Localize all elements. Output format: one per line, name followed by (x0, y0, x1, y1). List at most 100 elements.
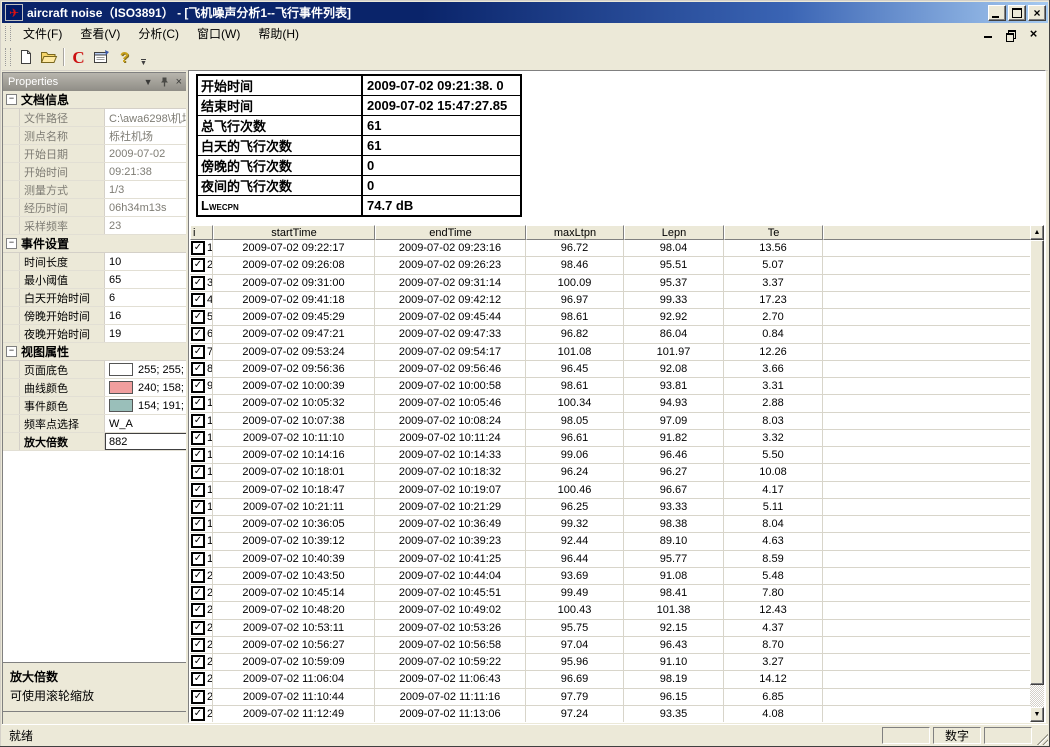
calibration-button[interactable]: C (67, 46, 90, 68)
open-file-button[interactable] (37, 46, 60, 68)
grid-row-20[interactable]: ✓202009-07-02 10:43:502009-07-02 10:44:0… (190, 568, 1030, 585)
row-checkbox[interactable]: ✓ (191, 552, 205, 566)
grid-header-endTime[interactable]: endTime (375, 225, 526, 240)
property-value[interactable]: 10 (105, 253, 187, 270)
row-checkbox[interactable]: ✓ (191, 672, 205, 686)
scroll-down-button[interactable]: ▼ (1030, 707, 1044, 722)
property-value[interactable]: 19 (105, 325, 187, 342)
property-value[interactable]: 09:21:38 (105, 163, 187, 180)
menu-item-file[interactable]: 文件(F) (14, 23, 71, 44)
grid-row-3[interactable]: ✓32009-07-02 09:31:002009-07-02 09:31:14… (190, 275, 1030, 292)
property-row[interactable]: 夜晚开始时间19 (3, 325, 187, 343)
grid-row-26[interactable]: ✓262009-07-02 11:06:042009-07-02 11:06:4… (190, 671, 1030, 688)
maximize-button[interactable] (1008, 5, 1026, 21)
property-value[interactable]: 栎社机场 (105, 127, 187, 144)
grid-header-startTime[interactable]: startTime (213, 225, 375, 240)
row-checkbox[interactable]: ✓ (191, 258, 205, 272)
grid-row-7[interactable]: ✓72009-07-02 09:53:242009-07-02 09:54:17… (190, 344, 1030, 361)
property-row[interactable]: 文件路径C:\awa6298\机场 (3, 109, 187, 127)
row-checkbox[interactable]: ✓ (191, 345, 205, 359)
row-checkbox[interactable]: ✓ (191, 569, 205, 583)
grid-row-13[interactable]: ✓132009-07-02 10:14:162009-07-02 10:14:3… (190, 447, 1030, 464)
vertical-scrollbar[interactable]: ▲ ▼ (1030, 225, 1044, 722)
grid-row-11[interactable]: ✓112009-07-02 10:07:382009-07-02 10:08:2… (190, 413, 1030, 430)
property-row[interactable]: 频率点选择W_A (3, 415, 187, 433)
property-value[interactable]: W_A (105, 415, 187, 432)
row-checkbox[interactable]: ✓ (191, 517, 205, 531)
property-value[interactable]: 65 (105, 271, 187, 288)
property-value[interactable]: 255; 255; 25 (105, 361, 187, 378)
property-value[interactable]: 6 (105, 289, 187, 306)
pin-icon[interactable] (160, 77, 169, 87)
row-checkbox[interactable]: ✓ (191, 690, 205, 704)
property-row[interactable]: 曲线颜色240; 158; 15 (3, 379, 187, 397)
row-checkbox[interactable]: ✓ (191, 379, 205, 393)
new-document-button[interactable] (14, 46, 37, 68)
row-checkbox[interactable]: ✓ (191, 310, 205, 324)
row-checkbox[interactable]: ✓ (191, 655, 205, 669)
grid-row-6[interactable]: ✓62009-07-02 09:47:212009-07-02 09:47:33… (190, 326, 1030, 343)
row-checkbox[interactable]: ✓ (191, 603, 205, 617)
property-value[interactable]: 2009-07-02 (105, 145, 187, 162)
scroll-up-button[interactable]: ▲ (1030, 225, 1044, 240)
grid-row-4[interactable]: ✓42009-07-02 09:41:182009-07-02 09:42:12… (190, 292, 1030, 309)
grid-row-8[interactable]: ✓82009-07-02 09:56:362009-07-02 09:56:46… (190, 361, 1030, 378)
child-restore-button[interactable] (1004, 28, 1017, 40)
property-row[interactable]: 白天开始时间6 (3, 289, 187, 307)
grid-header-i[interactable]: i (190, 225, 213, 240)
row-checkbox[interactable]: ✓ (191, 621, 205, 635)
menu-item-analysis[interactable]: 分析(C) (129, 23, 188, 44)
row-checkbox[interactable]: ✓ (191, 465, 205, 479)
grid-row-23[interactable]: ✓232009-07-02 10:53:112009-07-02 10:53:2… (190, 620, 1030, 637)
row-checkbox[interactable]: ✓ (191, 707, 205, 721)
row-checkbox[interactable]: ✓ (191, 586, 205, 600)
property-row[interactable]: 事件颜色154; 191; 18 (3, 397, 187, 415)
row-checkbox[interactable]: ✓ (191, 396, 205, 410)
property-row[interactable]: 采样频率23 (3, 217, 187, 235)
child-close-button[interactable]: × (1027, 28, 1040, 40)
row-checkbox[interactable]: ✓ (191, 500, 205, 514)
grid-row-9[interactable]: ✓92009-07-02 10:00:392009-07-02 10:00:58… (190, 378, 1030, 395)
close-button[interactable]: × (1028, 5, 1046, 21)
help-button[interactable]: ? (113, 46, 136, 68)
row-checkbox[interactable]: ✓ (191, 327, 205, 341)
row-checkbox[interactable]: ✓ (191, 431, 205, 445)
property-value[interactable]: 154; 191; 18 (105, 397, 187, 414)
scrollbar-thumb[interactable] (1030, 240, 1044, 685)
grid-row-24[interactable]: ✓242009-07-02 10:56:272009-07-02 10:56:5… (190, 637, 1030, 654)
property-value[interactable]: 23 (105, 217, 187, 234)
collapse-toggle-icon[interactable]: − (6, 94, 17, 105)
toolbar-grip-handle[interactable] (5, 48, 11, 66)
property-row[interactable]: 最小阈值65 (3, 271, 187, 289)
resize-grip[interactable] (1035, 732, 1048, 745)
toolbar-overflow-button[interactable]: ▼ (138, 46, 149, 69)
property-row[interactable]: 时间长度10 (3, 253, 187, 271)
grid-row-28[interactable]: ✓282009-07-02 11:12:492009-07-02 11:13:0… (190, 706, 1030, 722)
property-row[interactable]: 开始时间09:21:38 (3, 163, 187, 181)
grid-header-maxLtpn[interactable]: maxLtpn (526, 225, 624, 240)
child-minimize-button[interactable] (981, 28, 994, 40)
properties-button[interactable] (90, 46, 113, 68)
grid-row-16[interactable]: ✓162009-07-02 10:21:112009-07-02 10:21:2… (190, 499, 1030, 516)
row-checkbox[interactable]: ✓ (191, 638, 205, 652)
property-row[interactable]: 经历时间06h34m13s (3, 199, 187, 217)
panel-close-icon[interactable]: × (176, 78, 182, 87)
property-row[interactable]: 放大倍数882 (3, 433, 187, 451)
row-checkbox[interactable]: ✓ (191, 414, 205, 428)
grid-header-Lepn[interactable]: Lepn (624, 225, 724, 240)
grid-row-12[interactable]: ✓122009-07-02 10:11:102009-07-02 10:11:2… (190, 430, 1030, 447)
collapse-toggle-icon[interactable]: − (6, 238, 17, 249)
menu-item-help[interactable]: 帮助(H) (249, 23, 308, 44)
row-checkbox[interactable]: ✓ (191, 534, 205, 548)
panel-menu-arrow-icon[interactable]: ▼ (144, 78, 153, 87)
grid-row-15[interactable]: ✓152009-07-02 10:18:472009-07-02 10:19:0… (190, 482, 1030, 499)
grid-row-5[interactable]: ✓52009-07-02 09:45:292009-07-02 09:45:44… (190, 309, 1030, 326)
row-checkbox[interactable]: ✓ (191, 483, 205, 497)
grid-row-21[interactable]: ✓212009-07-02 10:45:142009-07-02 10:45:5… (190, 585, 1030, 602)
row-checkbox[interactable]: ✓ (191, 293, 205, 307)
grid-row-10[interactable]: ✓102009-07-02 10:05:322009-07-02 10:05:4… (190, 395, 1030, 412)
row-checkbox[interactable]: ✓ (191, 362, 205, 376)
grid-row-25[interactable]: ✓252009-07-02 10:59:092009-07-02 10:59:2… (190, 654, 1030, 671)
menu-grip-handle[interactable] (5, 26, 11, 41)
grid-row-22[interactable]: ✓222009-07-02 10:48:202009-07-02 10:49:0… (190, 602, 1030, 619)
